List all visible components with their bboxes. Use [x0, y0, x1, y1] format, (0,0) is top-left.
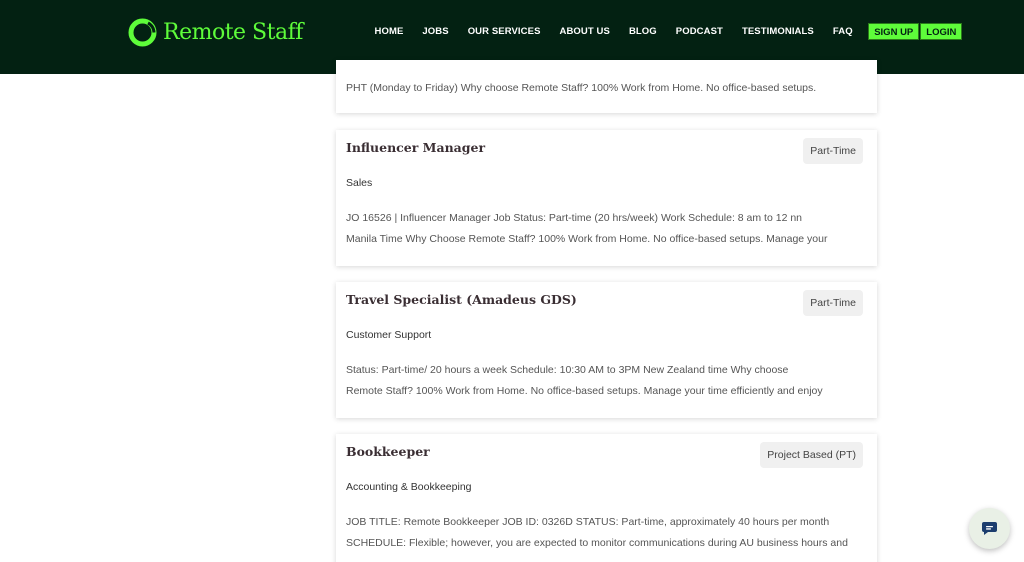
job-description-line: SCHEDULE: Flexible; however, you are exp…: [346, 537, 848, 549]
nav-podcast[interactable]: PODCAST: [666, 23, 732, 40]
job-card[interactable]: Travel Specialist (Amadeus GDS) Part-Tim…: [336, 282, 877, 418]
nav-our-services[interactable]: OUR SERVICES: [458, 23, 550, 40]
job-title[interactable]: Travel Specialist (Amadeus GDS): [346, 292, 577, 307]
job-title[interactable]: Bookkeeper: [346, 444, 430, 459]
job-type-badge: Project Based (PT): [760, 442, 863, 468]
job-snippet: PHT (Monday to Friday) Why choose Remote…: [346, 82, 817, 94]
job-type-badge: Part-Time: [803, 138, 863, 164]
chat-widget-button[interactable]: [969, 508, 1010, 549]
job-type-badge: Part-Time: [803, 290, 863, 316]
job-description: JOB TITLE: Remote Bookkeeper JOB ID: 032…: [346, 512, 865, 554]
job-description: Status: Part-time/ 20 hours a week Sched…: [346, 360, 865, 402]
remote-staff-logo-icon: [128, 18, 157, 47]
nav-faq[interactable]: FAQ: [823, 23, 862, 40]
job-description-line: Status: Part-time/ 20 hours a week Sched…: [346, 364, 789, 376]
job-category: Sales: [346, 177, 373, 189]
job-description: JO 16526 | Influencer Manager Job Status…: [346, 208, 865, 250]
sign-up-button[interactable]: SIGN UP: [868, 23, 920, 40]
login-button[interactable]: LOGIN: [920, 23, 963, 40]
job-category: Customer Support: [346, 329, 432, 341]
logo-text: Remote Staff: [163, 20, 303, 45]
nav-home[interactable]: HOME: [365, 23, 413, 40]
nav-about-us[interactable]: ABOUT US: [550, 23, 619, 40]
job-card-partial[interactable]: PHT (Monday to Friday) Why choose Remote…: [336, 60, 877, 113]
job-card[interactable]: Influencer Manager Part-Time Sales JO 16…: [336, 130, 877, 266]
job-description-line: Manila Time Why Choose Remote Staff? 100…: [346, 233, 828, 245]
nav-jobs[interactable]: JOBS: [413, 23, 458, 40]
job-description-line: Remote Staff? 100% Work from Home. No of…: [346, 385, 823, 397]
job-category: Accounting & Bookkeeping: [346, 481, 472, 493]
nav-blog[interactable]: BLOG: [619, 23, 666, 40]
main-nav: HOME JOBS OUR SERVICES ABOUT US BLOG POD…: [365, 23, 963, 40]
nav-testimonials[interactable]: TESTIMONIALS: [732, 23, 823, 40]
job-title[interactable]: Influencer Manager: [346, 140, 485, 155]
job-description-line: JOB TITLE: Remote Bookkeeper JOB ID: 032…: [346, 516, 830, 528]
logo[interactable]: Remote Staff: [127, 17, 303, 48]
job-card[interactable]: Bookkeeper Project Based (PT) Accounting…: [336, 434, 877, 562]
chat-bubble-icon: [982, 522, 997, 535]
job-description-line: JO 16526 | Influencer Manager Job Status…: [346, 212, 803, 224]
